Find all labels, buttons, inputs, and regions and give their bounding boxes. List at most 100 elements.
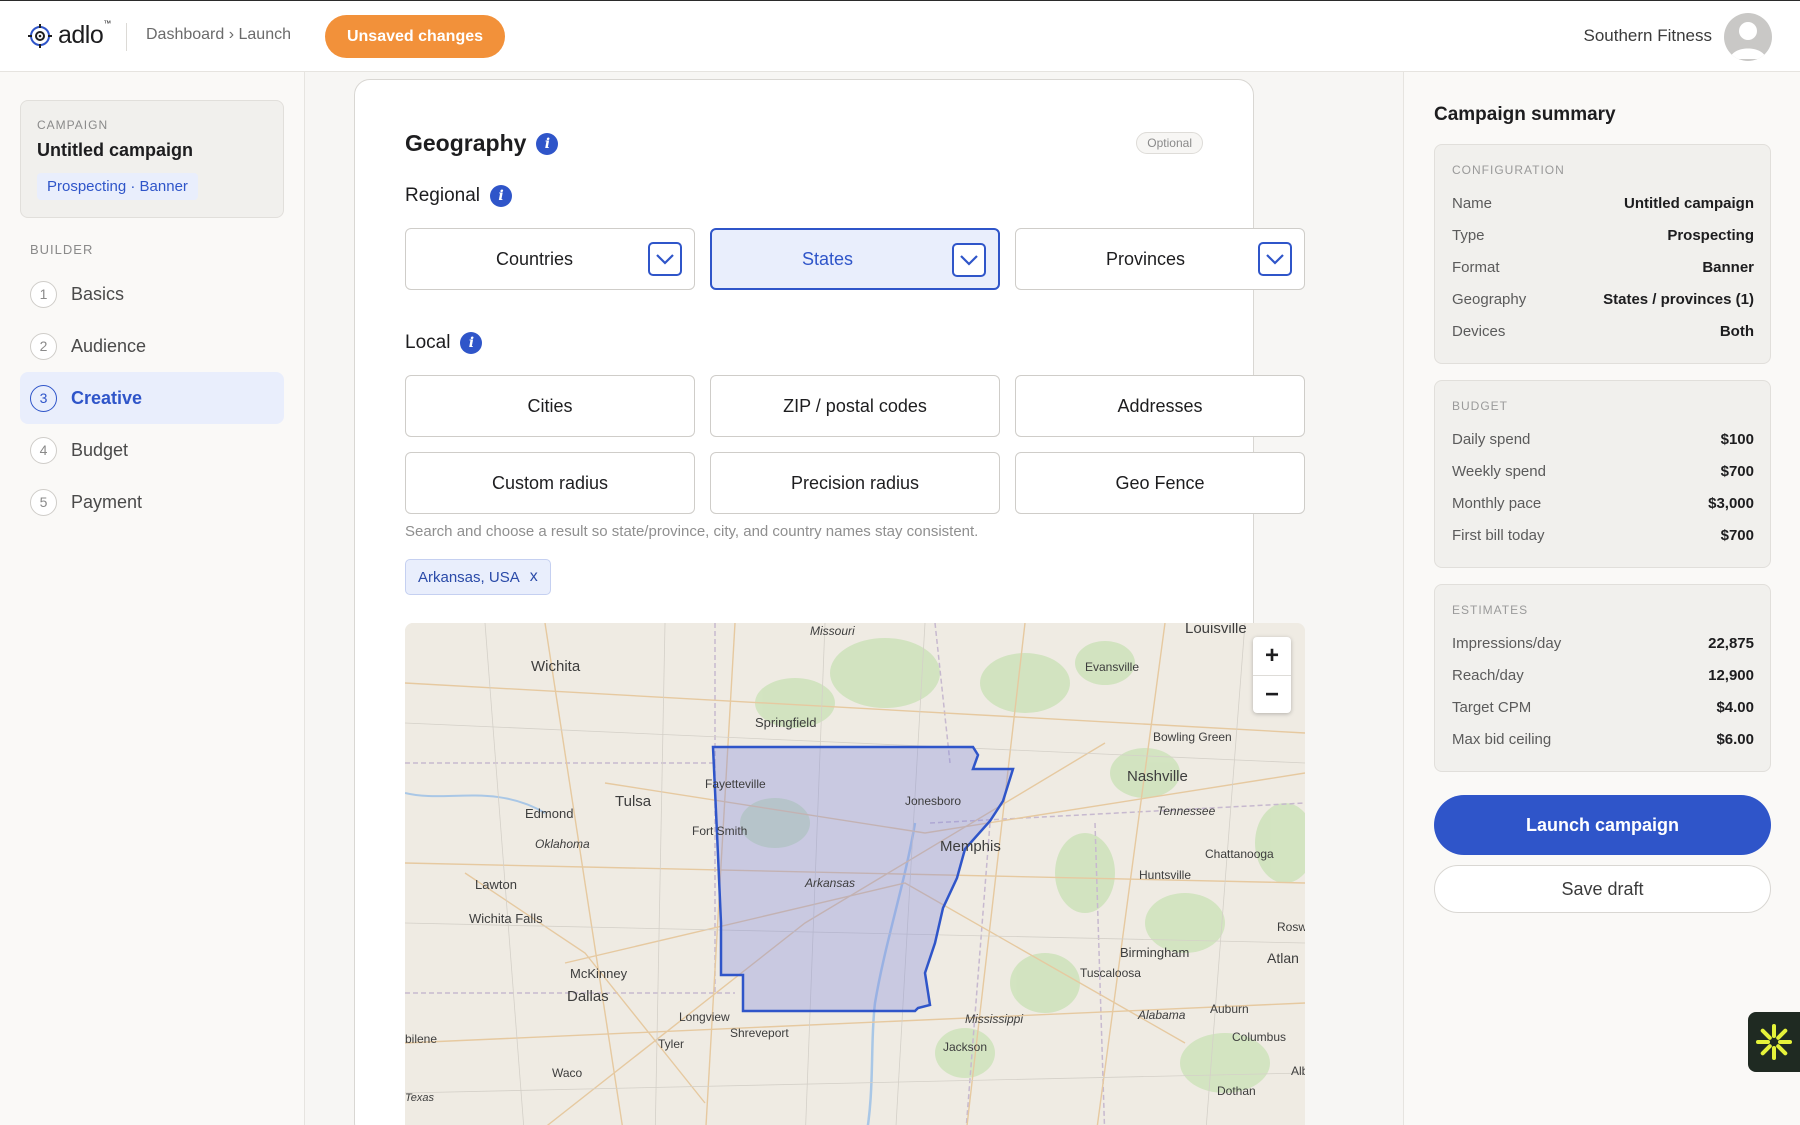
summary-title: Campaign summary [1434, 104, 1616, 125]
row-label: Type [1452, 227, 1485, 244]
row-value: States / provinces (1) [1603, 291, 1754, 308]
map-label: Oklahoma [535, 837, 590, 851]
step-number: 1 [30, 280, 57, 308]
chevron-down-icon[interactable] [1258, 242, 1292, 276]
dropdown-label: Countries [496, 248, 574, 269]
step-number: 4 [30, 436, 57, 464]
map-label: Tuscaloosa [1080, 966, 1141, 980]
summary-row: First bill today $700 [1452, 527, 1754, 544]
map-label: bilene [405, 1032, 437, 1046]
cities-button[interactable]: Cities [405, 375, 695, 437]
map-labels: Louisville Missouri Wichita Evansville S… [405, 623, 1305, 1104]
step-creative[interactable]: 3 Creative [20, 372, 284, 424]
sparkle-icon [1756, 1024, 1792, 1060]
info-icon[interactable]: i [490, 185, 512, 207]
map-label: Longview [679, 1010, 730, 1024]
map-label: Fort Smith [692, 824, 747, 838]
map-label: Columbus [1232, 1030, 1286, 1044]
step-label: Creative [71, 387, 143, 408]
precision-radius-button[interactable]: Precision radius [710, 452, 1000, 514]
summary-row: Name Untitled campaign [1452, 195, 1754, 212]
local-label: Local i [405, 332, 483, 354]
geography-title-text: Geography [405, 130, 527, 156]
map-label: Evansville [1085, 660, 1139, 674]
summary-row: Monthly pace $3,000 [1452, 495, 1754, 512]
save-draft-button[interactable]: Save draft [1434, 865, 1771, 913]
logo-text: adlo™ [58, 19, 111, 49]
account-name[interactable]: Southern Fitness [1583, 26, 1712, 46]
builder-label: BUILDER [30, 242, 94, 257]
regional-label: Regional i [405, 185, 512, 207]
map-label: Huntsville [1139, 868, 1191, 882]
step-audience[interactable]: 2 Audience [20, 320, 284, 372]
info-icon[interactable]: i [536, 132, 559, 155]
countries-dropdown[interactable]: Countries [405, 228, 695, 290]
step-budget[interactable]: 4 Budget [20, 424, 284, 476]
map-label: Chattanooga [1205, 847, 1274, 861]
row-value: $3,000 [1708, 495, 1754, 512]
remove-chip-button[interactable]: x [530, 568, 538, 586]
summary-row: Impressions/day 22,875 [1452, 635, 1754, 652]
row-label: Reach/day [1452, 667, 1524, 684]
map-label: Alb [1291, 1064, 1305, 1078]
map-label: Fayetteville [705, 777, 766, 791]
custom-radius-button[interactable]: Custom radius [405, 452, 695, 514]
step-payment[interactable]: 5 Payment [20, 476, 284, 528]
states-dropdown[interactable]: States [710, 228, 1000, 290]
map-label: Waco [552, 1066, 583, 1080]
map-label: Dallas [567, 988, 609, 1005]
campaign-tags: Prospecting · Banner [37, 173, 198, 200]
map-label: Wichita Falls [469, 911, 543, 926]
summary-row: Daily spend $100 [1452, 431, 1754, 448]
panel-kicker: CONFIGURATION [1452, 163, 1565, 177]
map-label: Mississippi [965, 1012, 1023, 1026]
map-label: Louisville [1185, 623, 1247, 637]
launch-campaign-button[interactable]: Launch campaign [1434, 795, 1771, 855]
map-label: Texas [405, 1092, 434, 1104]
logo[interactable]: adlo™ [28, 19, 111, 50]
map-label: Atlan [1267, 950, 1299, 966]
zip-codes-button[interactable]: ZIP / postal codes [710, 375, 1000, 437]
map-view[interactable]: Louisville Missouri Wichita Evansville S… [405, 623, 1305, 1125]
local-label-text: Local [405, 332, 451, 353]
row-label: Impressions/day [1452, 635, 1562, 652]
row-value: 12,900 [1708, 667, 1754, 684]
map-label: Dothan [1217, 1084, 1256, 1098]
summary-row: Target CPM $4.00 [1452, 699, 1754, 716]
map-label: Shreveport [730, 1026, 789, 1040]
map-label: Rosw [1277, 920, 1305, 934]
row-label: Daily spend [1452, 431, 1531, 448]
row-value: Both [1719, 323, 1754, 340]
chevron-down-icon[interactable] [648, 242, 682, 276]
map-label: Wichita [531, 658, 581, 675]
step-label: Payment [71, 491, 143, 512]
chevron-down-icon[interactable] [952, 243, 986, 277]
zoom-out-button[interactable]: − [1253, 675, 1291, 713]
map-label: Auburn [1210, 1002, 1249, 1016]
dropdown-label: States [802, 248, 854, 269]
help-widget[interactable] [1748, 1012, 1800, 1072]
row-label: Format [1452, 259, 1500, 276]
addresses-button[interactable]: Addresses [1015, 375, 1305, 437]
row-label: Max bid ceiling [1452, 731, 1552, 748]
breadcrumb[interactable]: Dashboard › Launch [146, 26, 291, 44]
summary-row: Max bid ceiling $6.00 [1452, 731, 1754, 748]
zoom-control: + − [1253, 637, 1291, 713]
user-icon [1730, 22, 1766, 59]
campaign-name: Untitled campaign [37, 140, 194, 160]
row-value: $100 [1720, 431, 1754, 448]
map-label: Arkansas [804, 876, 855, 890]
step-basics[interactable]: 1 Basics [20, 268, 284, 320]
info-icon[interactable]: i [460, 332, 483, 354]
provinces-dropdown[interactable]: Provinces [1015, 228, 1305, 290]
unsaved-changes-button[interactable]: Unsaved changes [325, 15, 505, 58]
map-label: Birmingham [1120, 945, 1189, 960]
avatar[interactable] [1724, 13, 1772, 61]
step-label: Basics [71, 283, 125, 304]
row-label: Devices [1452, 323, 1506, 340]
geo-fence-button[interactable]: Geo Fence [1015, 452, 1305, 514]
map-label: Nashville [1127, 768, 1188, 785]
zoom-in-button[interactable]: + [1253, 637, 1291, 675]
summary-row: Geography States / provinces (1) [1452, 291, 1754, 308]
campaign-card: CAMPAIGN Untitled campaign Prospecting ·… [20, 100, 284, 218]
